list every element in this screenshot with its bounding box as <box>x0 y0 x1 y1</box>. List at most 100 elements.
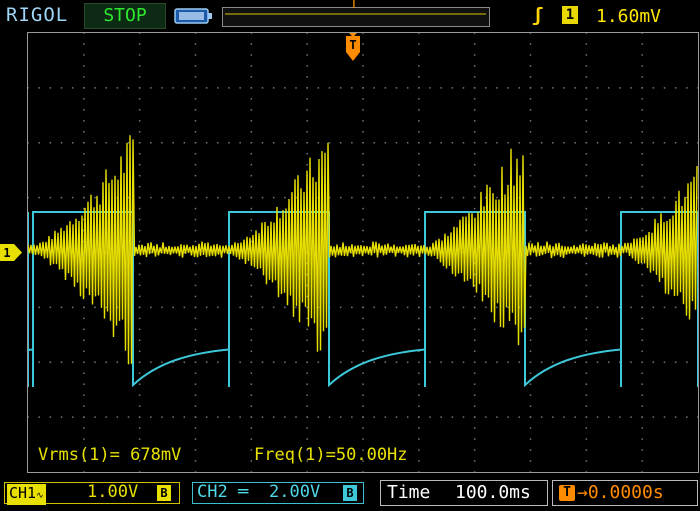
grid-dot <box>607 142 610 144</box>
grid-dot <box>529 174 532 177</box>
grid-dot <box>473 295 476 298</box>
grid-dot <box>116 87 119 89</box>
grid-dot <box>440 306 442 309</box>
grid-dot <box>306 65 308 67</box>
grid-dot <box>384 196 387 199</box>
grid-dot <box>194 240 197 243</box>
grid-dot <box>619 87 621 89</box>
grid-dot <box>373 142 375 144</box>
grid-dot <box>183 87 186 89</box>
trigger-level: 1.60mV <box>596 6 662 27</box>
grid-dot <box>429 142 431 144</box>
grid-dot <box>138 185 141 188</box>
grid-dot <box>205 361 208 363</box>
trigger-position-settings[interactable]: T →0.0000s <box>552 480 698 506</box>
grid-dot <box>284 306 286 309</box>
grid-dot <box>172 142 174 144</box>
grid-dot <box>194 196 197 199</box>
grid-dot <box>473 142 476 144</box>
grid-dot <box>217 306 219 309</box>
grid-dot <box>507 87 509 89</box>
grid-dot <box>38 416 40 418</box>
run-stop-status[interactable]: STOP <box>84 3 166 29</box>
grid-dot <box>473 383 476 385</box>
ch2-label: CH2 ═ <box>197 482 249 502</box>
grid-dot <box>284 196 286 199</box>
grid-dot <box>362 306 364 309</box>
grid-dot <box>641 405 643 407</box>
grid-dot <box>641 273 643 276</box>
grid-dot <box>418 339 420 342</box>
grid-dot <box>194 284 197 287</box>
grid-dot <box>306 33 308 34</box>
grid-dot <box>306 383 308 385</box>
grid-dot <box>272 142 275 144</box>
trigger-marker[interactable]: T <box>346 33 360 61</box>
grid-dot <box>473 120 476 122</box>
grid-dot <box>250 471 253 472</box>
ch1-settings[interactable]: CH1∿ 1.00V B <box>4 482 180 505</box>
grid-dot <box>652 361 655 363</box>
grid-dot <box>250 120 253 122</box>
grid-dot <box>250 438 253 440</box>
grid-dot <box>194 76 197 78</box>
grid-dot <box>172 306 174 309</box>
grid-dot <box>641 339 643 342</box>
grid-dot <box>473 43 476 45</box>
grid-dot <box>83 185 85 188</box>
grid-dot <box>83 174 85 177</box>
grid-dot <box>138 109 141 111</box>
grid-dot <box>217 196 219 199</box>
measurement-vrms: Vrms(1)= 678mV <box>38 445 182 465</box>
grid-dot <box>250 328 253 331</box>
grid-dot <box>686 361 688 363</box>
grid-dot <box>194 43 197 45</box>
grid-dot <box>418 218 420 221</box>
grid-dot <box>138 438 141 440</box>
grid-dot <box>451 87 454 89</box>
grid-dot <box>406 361 409 363</box>
grid-dot <box>473 98 476 100</box>
timebase-scale: 100.0ms <box>455 482 531 503</box>
grid-dot <box>440 142 442 144</box>
grid-dot <box>306 120 308 122</box>
grid-dot <box>473 350 476 353</box>
trigger-info-panel[interactable]: ʃ 1 1.60mV <box>514 3 698 29</box>
grid-dot <box>596 142 599 144</box>
grid-dot <box>473 471 476 472</box>
grid-dot <box>205 142 208 144</box>
grid-dot <box>183 416 186 418</box>
grid-dot <box>462 196 465 199</box>
grid-dot <box>674 87 677 89</box>
grid-dot <box>619 196 621 199</box>
grid-dot <box>418 87 420 89</box>
grid-dot <box>473 306 476 309</box>
grid-dot <box>138 98 141 100</box>
grid-dot <box>228 196 230 199</box>
grid-dot <box>418 98 420 100</box>
grid-dot <box>607 196 610 199</box>
grid-dot <box>518 361 521 363</box>
grid-dot <box>362 339 364 342</box>
grid-dot <box>585 43 588 45</box>
grid-dot <box>284 87 286 89</box>
grid-dot <box>619 416 621 418</box>
grid-dot <box>351 361 353 363</box>
ch1-offset-marker[interactable]: 1 <box>0 244 22 261</box>
timebase-settings[interactable]: Time 100.0ms <box>380 480 548 506</box>
grid-dot <box>83 163 85 166</box>
grid-dot <box>83 98 85 100</box>
grid-dot <box>138 207 141 210</box>
grid-dot <box>362 218 364 221</box>
grid-dot <box>306 98 308 100</box>
grid-dot <box>83 43 85 45</box>
grid-dot <box>138 174 141 177</box>
grid-dot <box>473 317 476 320</box>
grid-dot <box>641 120 643 122</box>
grid-dot <box>462 142 465 144</box>
grid-dot <box>451 416 454 418</box>
grid-dot <box>194 460 197 462</box>
ch2-settings[interactable]: CH2 ═ 2.00V B <box>192 482 364 504</box>
waveform-display[interactable]: T Vrms(1)= 678mV Freq(1)=50.00Hz <box>27 32 699 473</box>
grid-dot <box>138 163 141 166</box>
